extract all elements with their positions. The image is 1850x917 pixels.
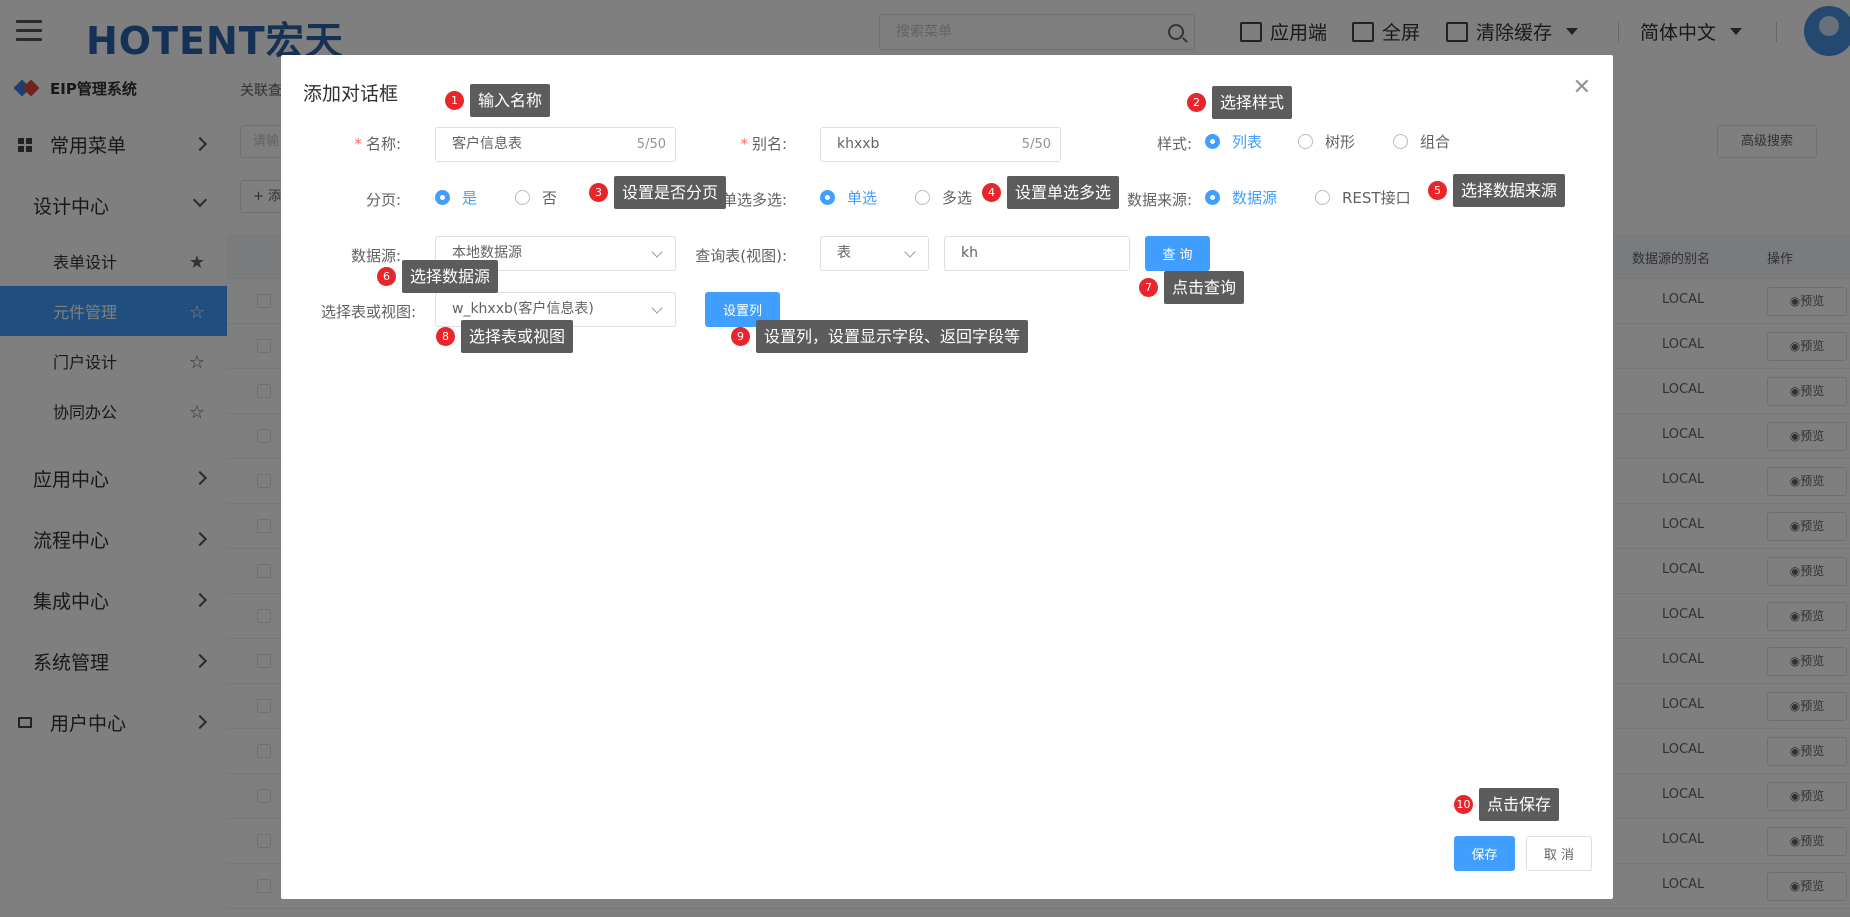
- name-input[interactable]: 客户信息表 5/50: [435, 127, 676, 162]
- query-table-label: 查询表(视图):: [695, 247, 787, 265]
- source-radio-datasource[interactable]: 数据源: [1205, 187, 1277, 208]
- add-dialog: 添加对话框 ✕ * 名称: 客户信息表 5/50 * 别名: khxxb 5/50 样式…: [281, 55, 1613, 899]
- cancel-button[interactable]: 取 消: [1526, 836, 1592, 871]
- annotation-5: 5 选择数据来源: [1428, 174, 1566, 207]
- annotation-9: 9 设置列，设置显示字段、返回字段等: [731, 320, 1029, 353]
- dialog-title: 添加对话框: [303, 83, 399, 105]
- annotation-7: 7 点击查询: [1139, 271, 1245, 304]
- annotation-6: 6 选择数据源: [377, 260, 499, 293]
- alias-counter: 5/50: [1021, 137, 1051, 152]
- chevron-down-icon: [651, 246, 663, 258]
- style-radio-combo[interactable]: 组合: [1393, 131, 1450, 152]
- query-type-select[interactable]: 表: [820, 236, 929, 271]
- annotation-1: 1 输入名称: [445, 84, 551, 117]
- style-radio-tree[interactable]: 树形: [1298, 131, 1355, 152]
- save-button[interactable]: 保存: [1454, 836, 1515, 871]
- style-label: 样式:: [1156, 135, 1192, 153]
- page-radio-no[interactable]: 否: [515, 187, 557, 208]
- select-radio-multi[interactable]: 多选: [915, 187, 972, 208]
- source-radio-rest[interactable]: REST接口: [1315, 187, 1411, 208]
- name-counter: 5/50: [636, 137, 666, 152]
- name-label: * 名称:: [354, 135, 401, 153]
- alias-input[interactable]: khxxb 5/50: [820, 127, 1061, 162]
- style-radio-list[interactable]: 列表: [1205, 131, 1262, 152]
- annotation-2: 2 选择样式: [1187, 86, 1293, 119]
- page-label: 分页:: [365, 191, 401, 209]
- close-icon[interactable]: ✕: [1573, 75, 1591, 100]
- alias-label: * 别名:: [740, 135, 787, 153]
- query-button[interactable]: 查 询: [1145, 236, 1210, 271]
- chevron-down-icon: [904, 246, 916, 258]
- annotation-8: 8 选择表或视图: [436, 320, 574, 353]
- query-input[interactable]: kh: [944, 236, 1130, 271]
- chevron-down-icon: [651, 302, 663, 314]
- annotation-3: 3 设置是否分页: [589, 176, 727, 209]
- page-radio-yes[interactable]: 是: [435, 187, 477, 208]
- annotation-4: 4 设置单选多选: [982, 176, 1120, 209]
- select-radio-single[interactable]: 单选: [820, 187, 877, 208]
- table-view-label: 选择表或视图:: [321, 303, 417, 321]
- annotation-10: 10 点击保存: [1454, 788, 1560, 821]
